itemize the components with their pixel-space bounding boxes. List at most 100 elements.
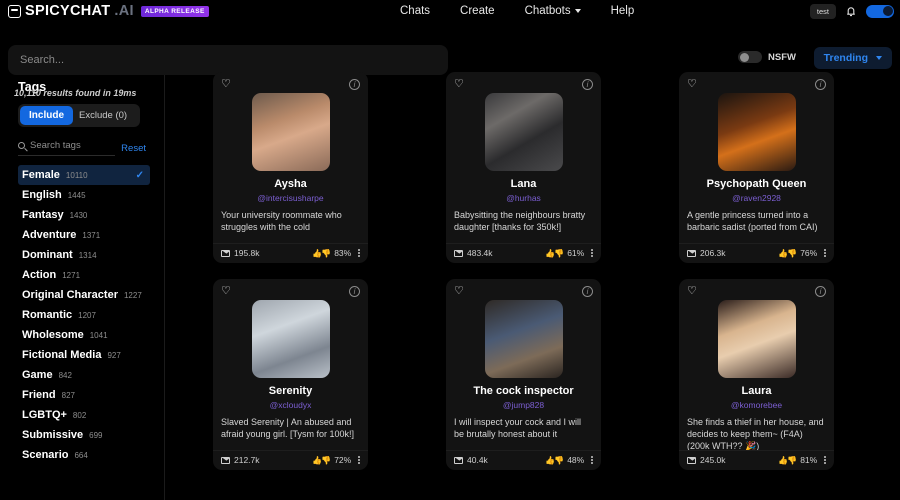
message-count: 212.7k (234, 455, 260, 465)
tag-count: 699 (89, 430, 103, 440)
reset-tags-button[interactable]: Reset (121, 143, 146, 154)
card-top-bar: ♡ i (221, 79, 360, 92)
character-card[interactable]: ♡ i The cock inspector @jump828 I will i… (446, 279, 601, 470)
info-icon[interactable]: i (582, 286, 593, 297)
character-card[interactable]: ♡ i Psychopath Queen @raven2928 A gentle… (679, 72, 834, 263)
character-grid-area: ♡ i Aysha @intercisusharpe Your universi… (165, 62, 900, 500)
character-author-handle[interactable]: @komorebee (687, 400, 826, 410)
info-icon[interactable]: i (349, 79, 360, 90)
character-name: The cock inspector (473, 385, 574, 397)
card-footer: 206.3k 👍👎 76% (679, 243, 834, 263)
more-options-icon[interactable] (358, 248, 360, 258)
message-count-group: 206.3k (687, 248, 726, 258)
rating-percent: 48% (567, 455, 585, 465)
character-avatar (717, 300, 796, 378)
nav-item-chats-label: Chats (400, 5, 431, 17)
card-top-bar: ♡ i (687, 79, 826, 92)
more-options-icon[interactable] (358, 455, 360, 465)
nav-item-chatbots[interactable]: Chatbots (525, 5, 581, 17)
sort-trending-button[interactable]: Trending (813, 47, 892, 69)
brand-logo[interactable]: SPICYCHAT .AI ALPHA RELEASE (0, 3, 209, 19)
character-author-handle[interactable]: @raven2928 (687, 193, 826, 203)
search-icon (18, 142, 25, 149)
tag-item-adventure[interactable]: Adventure 1371 (18, 225, 150, 245)
favorite-heart-icon[interactable]: ♡ (221, 286, 231, 297)
character-author-handle[interactable]: @xcloudyx (221, 400, 360, 410)
tag-search-field[interactable]: Search tags (18, 140, 116, 156)
card-footer: 245.0k 👍👎 81% (679, 450, 834, 470)
more-options-icon[interactable] (591, 455, 593, 465)
character-author-handle[interactable]: @intercisusharpe (221, 193, 360, 203)
tag-count: 1227 (123, 290, 142, 300)
tag-item-dominant[interactable]: Dominant 1314 (18, 245, 150, 265)
thumbs-up-down-icon: 👍👎 (778, 455, 797, 465)
character-card[interactable]: ♡ i Lana @hurhas Babysitting the neighbo… (446, 72, 601, 263)
tag-item-friend[interactable]: Friend 827 (18, 385, 150, 405)
favorite-heart-icon[interactable]: ♡ (454, 79, 464, 90)
more-options-icon[interactable] (824, 248, 826, 258)
rating-group: 👍👎 76% (778, 248, 826, 258)
character-name: Psychopath Queen (706, 178, 807, 190)
nav-item-chats[interactable]: Chats (400, 5, 430, 17)
favorite-heart-icon[interactable]: ♡ (454, 286, 464, 297)
search-input[interactable] (20, 54, 427, 66)
tag-item-wholesome[interactable]: Wholesome 1041 (18, 325, 150, 345)
message-count-group: 195.8k (221, 248, 260, 258)
tag-item-game[interactable]: Game 842 (18, 365, 150, 385)
character-name: Serenity (268, 385, 313, 397)
tag-item-romantic[interactable]: Romantic 1207 (18, 305, 150, 325)
character-description: I will inspect your cock and I will be b… (454, 417, 582, 440)
card-top-bar: ♡ i (221, 286, 360, 299)
tag-label: Game (22, 369, 53, 381)
message-count: 206.3k (700, 248, 726, 258)
message-count-group: 483.4k (454, 248, 493, 258)
info-icon[interactable]: i (582, 79, 593, 90)
search-box[interactable] (8, 45, 448, 75)
theme-toggle[interactable] (866, 4, 894, 18)
tag-item-lgbtq[interactable]: LGBTQ+ 802 (18, 405, 150, 425)
favorite-heart-icon[interactable]: ♡ (687, 79, 697, 90)
nav-item-create[interactable]: Create (460, 5, 495, 17)
more-options-icon[interactable] (824, 455, 826, 465)
favorite-heart-icon[interactable]: ♡ (221, 79, 231, 90)
character-name: Lana (510, 178, 537, 190)
include-button[interactable]: Include (20, 106, 74, 125)
tag-item-female[interactable]: Female 10110 ✓ (18, 165, 150, 185)
notification-bell-icon[interactable] (845, 5, 857, 18)
character-card[interactable]: ♡ i Laura @komorebee She finds a thief i… (679, 279, 834, 470)
tag-label: Submissive (22, 429, 84, 441)
brand-name: SPICYCHAT (25, 3, 111, 19)
info-icon[interactable]: i (349, 286, 360, 297)
tag-count: 664 (74, 450, 88, 460)
tag-count: 1430 (69, 210, 88, 220)
exclude-button[interactable]: Exclude (0) (73, 106, 133, 125)
nav-item-help-label: Help (610, 5, 635, 17)
tag-item-fictional-media[interactable]: Fictional Media 927 (18, 345, 150, 365)
nsfw-toggle[interactable] (738, 51, 763, 63)
results-count-text: 10,110 results found in 19ms (14, 88, 137, 98)
nav-item-chatbots-label: Chatbots (524, 5, 571, 17)
check-icon: ✓ (135, 169, 144, 181)
tag-item-submissive[interactable]: Submissive 699 (18, 425, 150, 445)
character-card[interactable]: ♡ i Aysha @intercisusharpe Your universi… (213, 72, 368, 263)
character-avatar (484, 93, 563, 171)
more-options-icon[interactable] (591, 248, 593, 258)
character-author-handle[interactable]: @jump828 (454, 400, 593, 410)
message-icon (687, 456, 696, 464)
tag-item-scenario[interactable]: Scenario 664 (18, 445, 150, 465)
tag-item-fantasy[interactable]: Fantasy 1430 (18, 205, 150, 225)
nsfw-label: NSFW (768, 51, 796, 63)
character-description: A gentle princess turned into a barbaric… (687, 210, 818, 233)
rating-percent: 72% (334, 455, 352, 465)
info-icon[interactable]: i (815, 286, 826, 297)
tag-item-action[interactable]: Action 1271 (18, 265, 150, 285)
nav-item-help[interactable]: Help (611, 5, 635, 17)
favorite-heart-icon[interactable]: ♡ (687, 286, 697, 297)
nav-right-group: test (809, 0, 894, 22)
character-author-handle[interactable]: @hurhas (454, 193, 593, 203)
character-card[interactable]: ♡ i Serenity @xcloudyx Slaved Serenity |… (213, 279, 368, 470)
info-icon[interactable]: i (815, 79, 826, 90)
user-avatar-chip[interactable]: test (809, 3, 836, 19)
tag-item-english[interactable]: English 1445 (18, 185, 150, 205)
tag-item-original-character[interactable]: Original Character 1227 (18, 285, 150, 305)
